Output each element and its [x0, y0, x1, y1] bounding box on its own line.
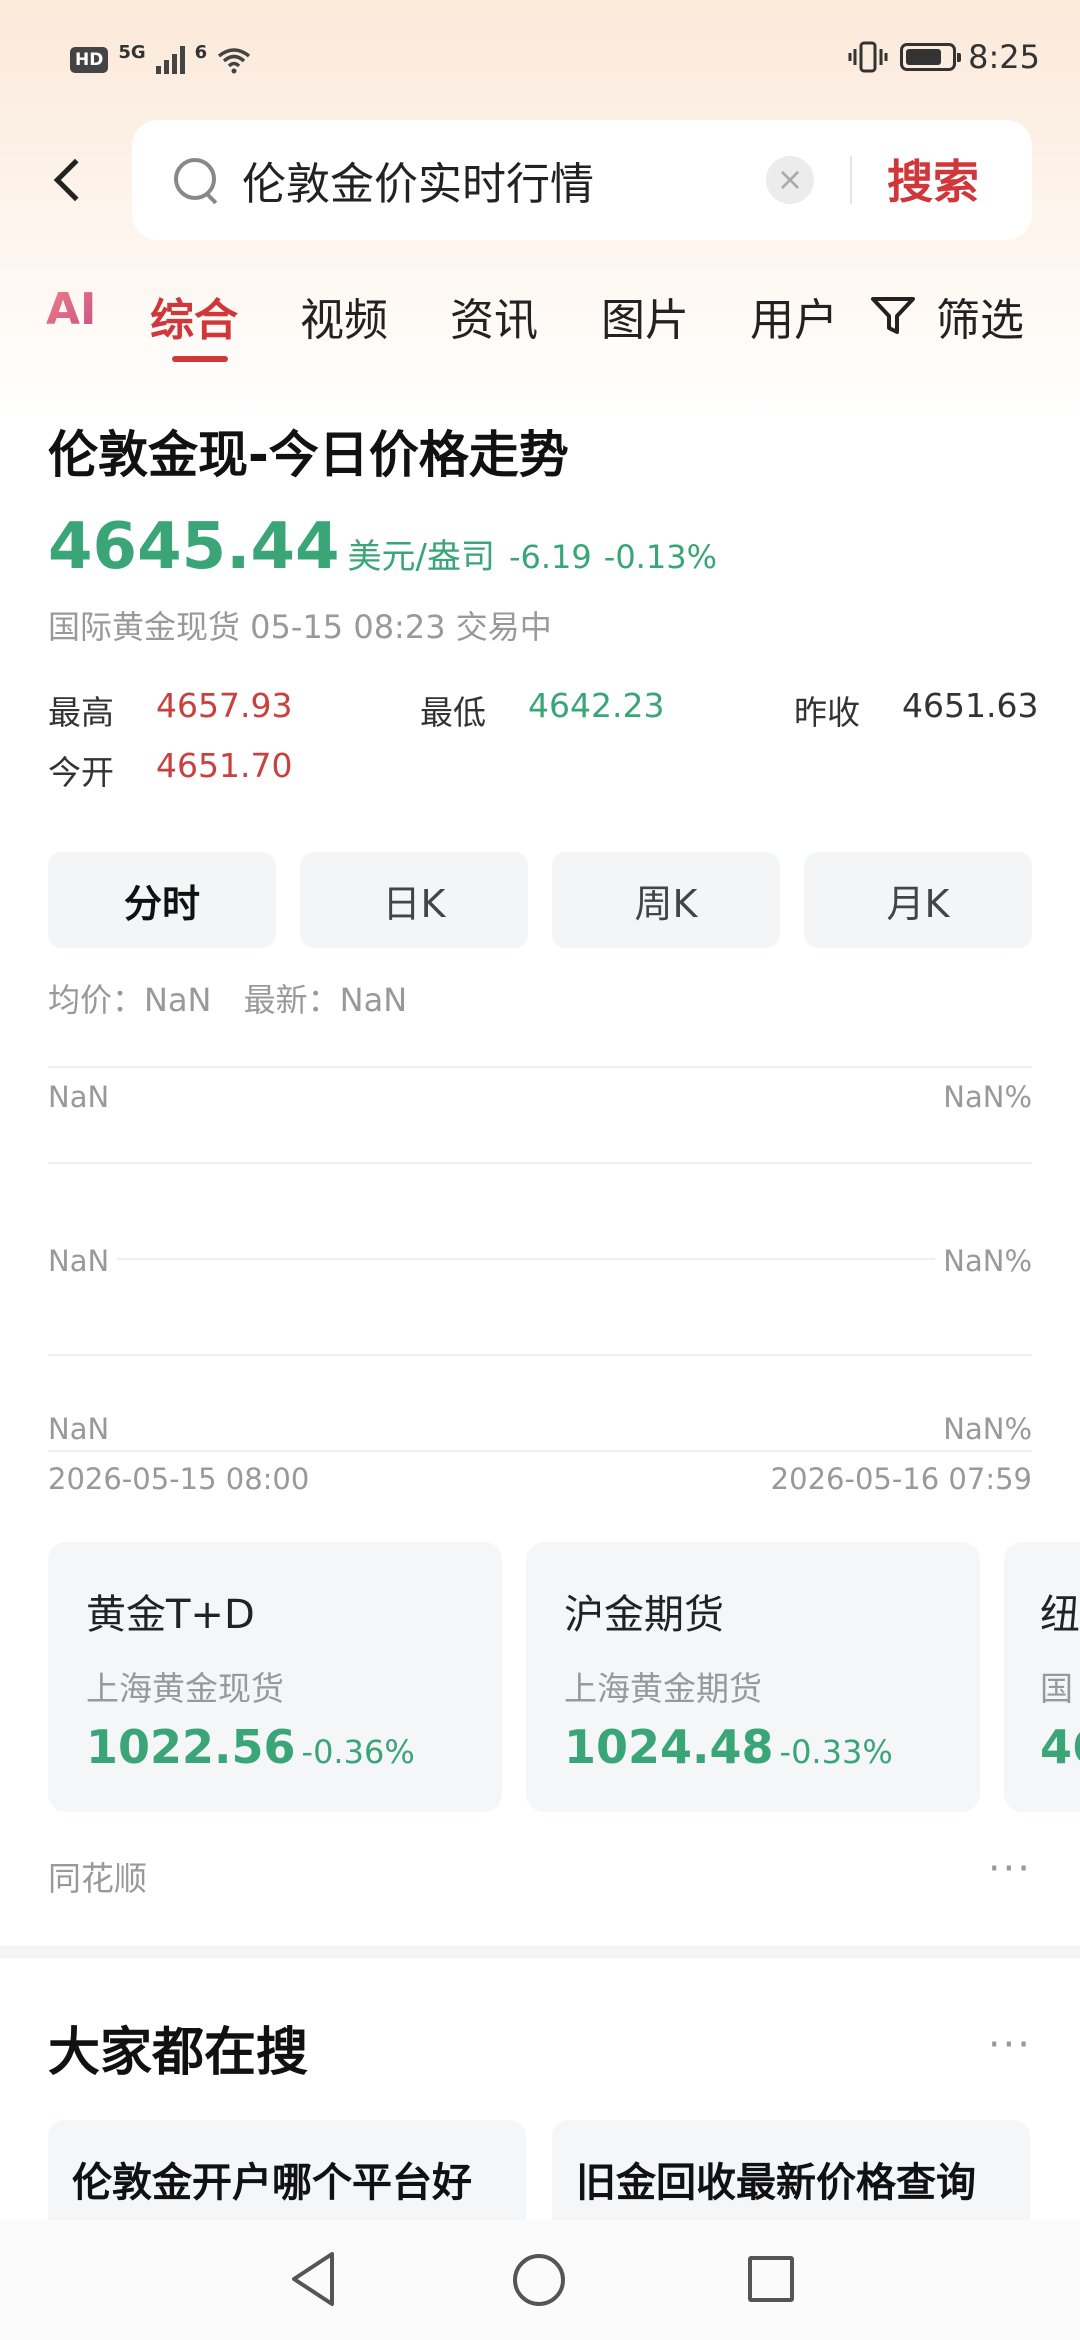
back-arrow-icon	[53, 158, 97, 202]
pct-axis-label-top: NaN%	[935, 1080, 1032, 1114]
pct-axis-label-mid: NaN%	[935, 1244, 1032, 1278]
open-value: 4651.70	[156, 746, 293, 785]
price-row: 4645.44 美元/盎司 -6.19 -0.13%	[48, 510, 717, 584]
prev-close-value: 4651.63	[902, 686, 1039, 725]
hot-search-title: 大家都在搜	[48, 2023, 309, 2083]
system-navigation-bar	[0, 2220, 1080, 2340]
vibrate-icon	[848, 41, 888, 73]
data-source[interactable]: 同花顺	[48, 1852, 147, 1900]
time-axis-end: 2026-05-16 07:59	[770, 1462, 1032, 1496]
market-card-name: 黄金T+D	[86, 1592, 255, 1638]
latest-price-label: 最新：NaN	[243, 981, 408, 1019]
battery-level	[906, 49, 942, 65]
network-type: 5G	[118, 42, 146, 63]
avg-price-label: 均价：NaN	[48, 981, 212, 1019]
chart-gridline	[48, 1258, 1032, 1260]
market-card-shanghai-gold-futures[interactable]: 沪金期货 上海黄金期货 1024.48 -0.33%	[526, 1542, 980, 1812]
time-axis-start: 2026-05-15 08:00	[48, 1462, 310, 1496]
price-unit: 美元/盎司	[347, 537, 495, 577]
market-info: 国际黄金现货 05-15 08:23 交易中	[48, 608, 552, 646]
low-value: 4642.23	[528, 686, 665, 725]
price-change-percent: -0.13%	[603, 538, 717, 576]
period-tab-monthly[interactable]: 月K	[804, 852, 1032, 948]
market-card-price: 1024.48 -0.33%	[564, 1720, 980, 1774]
quote-title[interactable]: 伦敦金现-今日价格走势	[48, 415, 569, 487]
tab-images[interactable]: 图片	[601, 284, 689, 348]
active-tab-indicator	[172, 356, 228, 362]
period-tab-daily[interactable]: 日K	[300, 852, 528, 948]
clock: 8:25	[968, 38, 1040, 76]
back-button[interactable]	[38, 140, 98, 220]
market-card-price-value: 1024.48	[564, 1720, 774, 1774]
battery-icon	[900, 43, 962, 71]
tab-video[interactable]: 视频	[300, 284, 388, 348]
filter-icon[interactable]	[870, 296, 916, 336]
nav-back-icon[interactable]	[288, 2250, 338, 2308]
low-label: 最低	[420, 693, 486, 732]
market-card-gold-td[interactable]: 黄金T+D 上海黄金现货 1022.56 -0.36%	[48, 1542, 502, 1812]
search-icon	[172, 156, 220, 204]
open-label: 今开	[48, 753, 114, 792]
tab-comprehensive[interactable]: 综合	[150, 284, 238, 348]
market-card-change: -0.36%	[301, 1733, 415, 1771]
y-axis-label-bottom: NaN	[48, 1412, 118, 1446]
pct-axis-label-bottom: NaN%	[935, 1412, 1032, 1446]
nav-recent-apps-icon[interactable]	[748, 2256, 794, 2302]
tab-ai[interactable]: AI	[46, 284, 96, 335]
y-axis-label-mid: NaN	[48, 1244, 118, 1278]
clear-search-button[interactable]: ×	[766, 156, 814, 204]
search-divider	[850, 156, 852, 204]
search-box[interactable]: × 搜索	[132, 120, 1032, 240]
signal-icon	[155, 45, 185, 74]
prev-close-label: 昨收	[794, 693, 860, 732]
market-card-price-value: 1022.56	[86, 1720, 296, 1774]
period-tab-intraday[interactable]: 分时	[48, 852, 276, 948]
current-price: 4645.44	[48, 510, 340, 584]
chart-gridline	[48, 1354, 1032, 1356]
tab-news[interactable]: 资讯	[450, 284, 538, 348]
chart-gridline	[48, 1066, 1032, 1068]
status-bar-left: HD 5G 6	[70, 42, 251, 77]
market-card-price-value: 46	[1040, 1720, 1080, 1774]
search-submit-button[interactable]: 搜索	[887, 146, 979, 212]
high-value: 4657.93	[156, 686, 293, 725]
section-separator	[0, 1946, 1080, 1958]
price-change: -6.19	[508, 538, 592, 576]
market-card-change: -0.33%	[779, 1733, 893, 1771]
market-card-price: 1022.56 -0.36%	[86, 1720, 502, 1774]
search-category-tabs: AI 综合 视频 资讯 图片 用户 筛选	[0, 270, 1080, 370]
y-axis-label-top: NaN	[48, 1080, 118, 1114]
market-card-name: 纽	[1040, 1592, 1080, 1638]
hd-badge: HD	[70, 46, 109, 73]
card-more-button[interactable]: ···	[988, 1846, 1032, 1892]
filter-button[interactable]: 筛选	[936, 284, 1024, 348]
nav-home-icon[interactable]	[513, 2254, 565, 2306]
chart-gridline	[48, 1450, 1032, 1452]
high-label: 最高	[48, 693, 114, 732]
market-card-name: 沪金期货	[564, 1592, 724, 1638]
market-card-price: 46	[1040, 1720, 1080, 1774]
intraday-chart[interactable]: NaN NaN NaN NaN% NaN% NaN% 2026-05-15 08…	[48, 1060, 1032, 1496]
period-tab-weekly[interactable]: 周K	[552, 852, 780, 948]
market-card-subtitle: 上海黄金现货	[86, 1669, 284, 1708]
wifi-icon	[218, 47, 251, 73]
hot-search-more-button[interactable]: ···	[988, 2022, 1032, 2068]
tab-users[interactable]: 用户	[750, 284, 838, 348]
status-bar-right: 8:25	[848, 38, 1040, 76]
market-card-partial[interactable]: 纽 国 46	[1004, 1542, 1080, 1812]
market-card-subtitle: 国	[1040, 1669, 1073, 1708]
market-card-subtitle: 上海黄金期货	[564, 1669, 762, 1708]
search-input[interactable]	[242, 154, 742, 206]
chart-summary: 均价：NaN 最新：NaN	[48, 975, 407, 1021]
chart-gridline	[48, 1162, 1032, 1164]
wifi-badge: 6	[194, 42, 208, 63]
